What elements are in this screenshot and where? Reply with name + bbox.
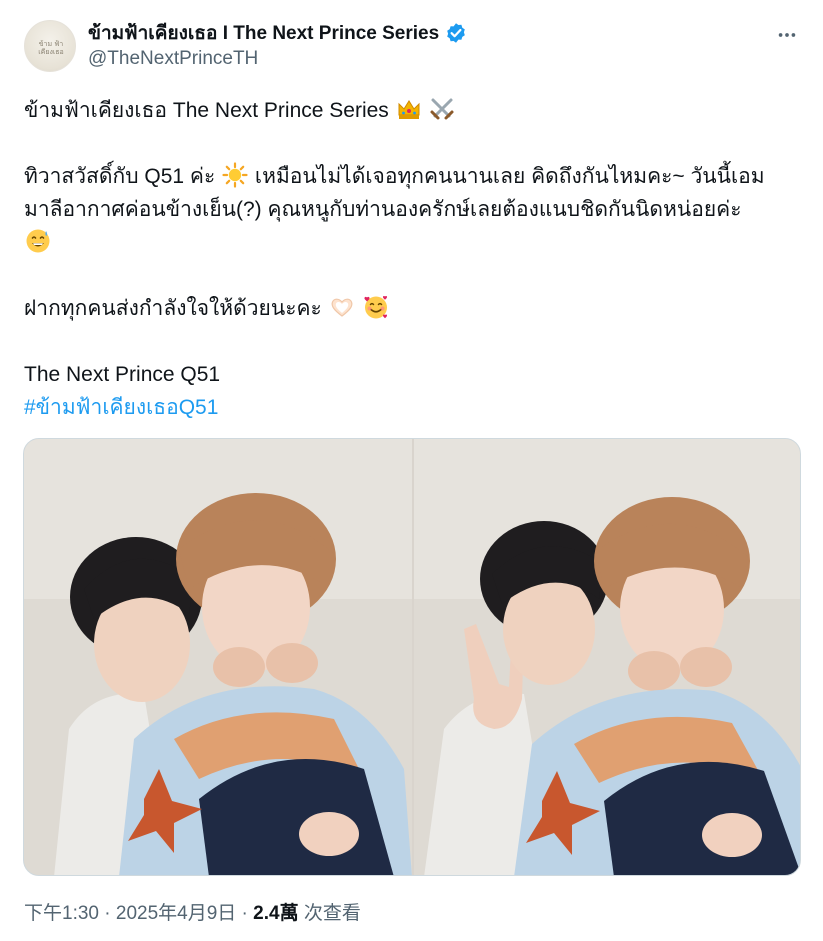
display-name[interactable]: ข้ามฟ้าเคียงเธอ I The Next Prince Series [88,18,439,48]
verified-badge-icon[interactable] [445,22,467,44]
tweet-line-title: ข้ามฟ้าเคียงเธอ The Next Prince Series [24,94,804,127]
tweet-header: ข้าม ฟ้า เคียงเธอ ข้ามฟ้าเคียงเธอ I The … [24,12,800,76]
sun-emoji [222,162,248,188]
tweet-meta: 下午1:30 · 2025年4月9日 · 2.4萬 次查看 [24,898,361,925]
tweet-line-6: The Next Prince Q51 [24,363,221,386]
tweet-line-3: มาลีอากาศค่อนข้างเย็น(?) คุณหนูกับท่านอง… [24,198,742,221]
tweet-line-2: ทิวาสวัสดิ์กับ Q51 ค่ะ เหมือนไม่ได้เจอทุ… [24,160,804,193]
media-grid [23,438,801,876]
meta-separator: · [98,903,116,924]
tweet-line-4 [24,226,804,259]
photo-1[interactable] [24,439,412,875]
smiling-hearts-emoji [363,294,389,320]
svg-text:ข้าม ฟ้า: ข้าม ฟ้า [39,40,64,48]
more-options-icon[interactable] [774,22,800,48]
heart-hands-emoji [329,294,355,320]
handle[interactable]: @TheNextPrinceTH [88,48,258,70]
tweet-time[interactable]: 下午1:30 [24,903,99,924]
photo-2[interactable] [414,439,800,875]
crown-emoji [396,96,422,122]
brand-logo: ข้าม ฟ้า เคียงเธอ [38,40,64,56]
views-label: 次查看 [298,903,361,924]
grinning-sweat-emoji [25,228,51,254]
tweet-text: ข้ามฟ้าเคียงเธอ The Next Prince Series ท… [24,94,804,424]
svg-text:เคียงเธอ: เคียงเธอ [38,48,63,56]
views-count: 2.4萬 [253,903,299,924]
tweet-line-5: ฝากทุกคนส่งกำลังใจให้ด้วยนะคะ [24,292,804,325]
avatar[interactable]: ข้าม ฟ้า เคียงเธอ [24,20,76,72]
name-row: ข้ามฟ้าเคียงเธอ I The Next Prince Series [88,18,467,48]
tweet-date[interactable]: 2025年4月9日 [116,903,236,924]
hashtag-link[interactable]: #ข้ามฟ้าเคียงเธอQ51 [24,391,804,424]
tweet: ข้าม ฟ้า เคียงเธอ ข้ามฟ้าเคียงเธอ I The … [0,0,823,941]
crossed-swords-emoji [429,96,455,122]
meta-separator: · [236,903,254,924]
